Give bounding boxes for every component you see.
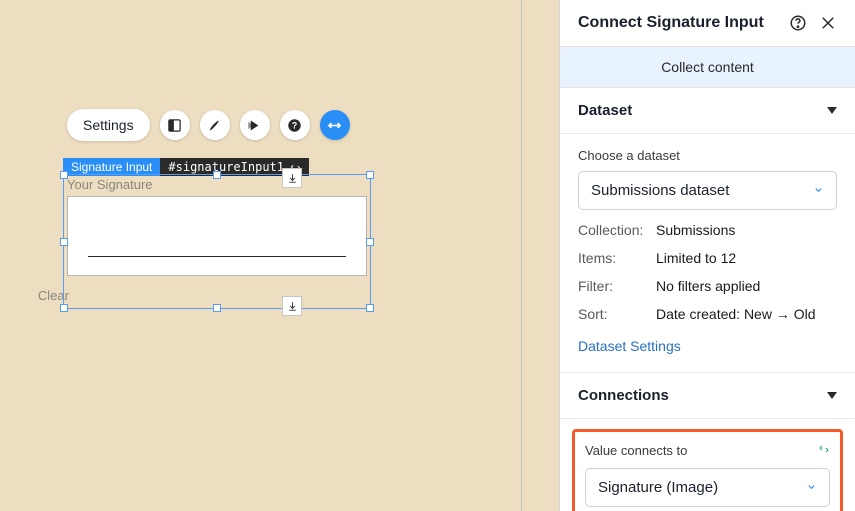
- panel-header: Connect Signature Input: [560, 0, 855, 46]
- chevron-down-icon: [827, 392, 837, 399]
- filter-key: Filter:: [578, 278, 656, 294]
- items-value: Limited to 12: [656, 250, 736, 266]
- value-connects-label: Value connects to: [585, 443, 687, 458]
- help-icon[interactable]: ?: [280, 110, 310, 140]
- dataset-section-body: Choose a dataset Submissions dataset Col…: [560, 134, 855, 373]
- value-field-selected: Signature (Image): [598, 479, 718, 496]
- dataset-filter-row: Filter: No filters applied: [578, 278, 837, 294]
- selection-outline[interactable]: [63, 174, 371, 309]
- download-icon[interactable]: [282, 296, 302, 316]
- sort-key: Sort:: [578, 306, 656, 322]
- dataset-sort-row: Sort: Date created: New → Old: [578, 306, 837, 322]
- svg-text:?: ?: [292, 120, 297, 130]
- dataset-title: Dataset: [578, 102, 632, 119]
- chevron-down-icon: [827, 107, 837, 114]
- sort-value: Date created: New → Old: [656, 306, 816, 322]
- layout-icon[interactable]: [160, 110, 190, 140]
- filter-value: No filters applied: [656, 278, 760, 294]
- resize-handle[interactable]: [60, 171, 68, 179]
- element-toolbar: Settings ?: [67, 109, 350, 141]
- choose-dataset-label: Choose a dataset: [578, 148, 837, 163]
- resize-handle[interactable]: [213, 304, 221, 312]
- collection-value: Submissions: [656, 222, 735, 238]
- connections-highlight: Value connects to Signature (Image): [572, 429, 843, 511]
- resize-handle[interactable]: [60, 304, 68, 312]
- dataset-selected-value: Submissions dataset: [591, 182, 729, 199]
- canvas-edge-guide: [521, 0, 522, 511]
- collection-key: Collection:: [578, 222, 656, 238]
- resize-handle[interactable]: [366, 238, 374, 246]
- connections-section-header[interactable]: Connections: [560, 373, 855, 419]
- dataset-items-row: Items: Limited to 12: [578, 250, 837, 266]
- dataset-section-header[interactable]: Dataset: [560, 88, 855, 134]
- resize-handle[interactable]: [366, 171, 374, 179]
- panel-title: Connect Signature Input: [578, 14, 777, 32]
- resize-handle[interactable]: [366, 304, 374, 312]
- settings-button[interactable]: Settings: [67, 109, 150, 141]
- design-icon[interactable]: [200, 110, 230, 140]
- download-icon[interactable]: [282, 168, 302, 188]
- chevron-down-icon: [806, 479, 817, 496]
- resize-handle[interactable]: [60, 238, 68, 246]
- help-icon[interactable]: [789, 14, 807, 32]
- collect-content-banner[interactable]: Collect content: [560, 46, 855, 88]
- editor-canvas[interactable]: Settings ? Signature Input #signatureInp…: [0, 0, 560, 511]
- dataset-settings-link[interactable]: Dataset Settings: [578, 338, 681, 354]
- close-icon[interactable]: [819, 14, 837, 32]
- items-key: Items:: [578, 250, 656, 266]
- connect-panel: Connect Signature Input Collect content …: [560, 0, 855, 511]
- connect-data-icon[interactable]: [320, 110, 350, 140]
- animation-icon[interactable]: [240, 110, 270, 140]
- chevron-down-icon: [813, 182, 824, 199]
- resize-handle[interactable]: [213, 171, 221, 179]
- connections-title: Connections: [578, 387, 669, 404]
- dataset-select[interactable]: Submissions dataset: [578, 171, 837, 210]
- two-way-icon: [818, 442, 830, 458]
- element-id-text: #signatureInput1: [168, 160, 284, 174]
- dataset-collection-row: Collection: Submissions: [578, 222, 837, 238]
- value-field-select[interactable]: Signature (Image): [585, 468, 830, 507]
